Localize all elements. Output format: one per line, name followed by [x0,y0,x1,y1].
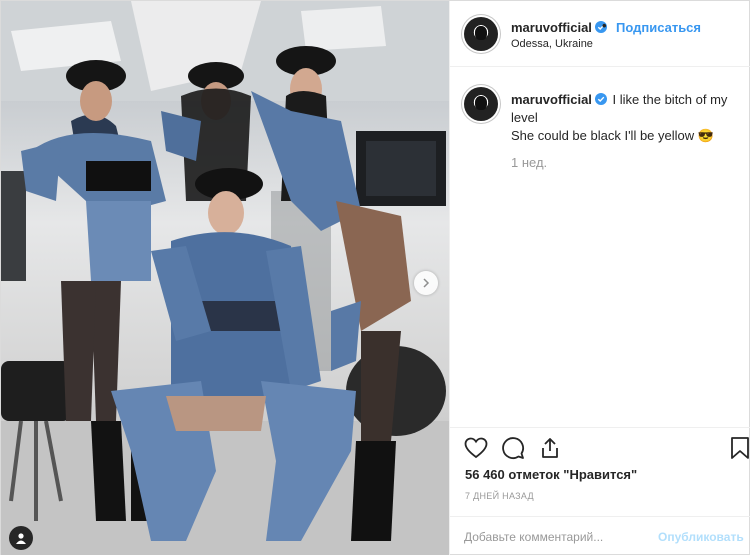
carousel-next-button[interactable] [414,271,438,295]
like-button[interactable] [462,434,490,462]
follow-button[interactable]: Подписаться [616,20,701,35]
heart-icon [464,437,488,459]
instagram-post: maruvofficial • Подписаться Odessa, Ukra… [0,0,750,555]
post-actions [450,427,750,467]
comment-button[interactable] [499,434,527,462]
post-side-panel: maruvofficial • Подписаться Odessa, Ukra… [449,1,750,555]
share-icon [542,438,558,458]
photo-illustration [1,1,449,555]
verified-badge-icon [594,93,607,105]
comment-input[interactable] [464,527,654,547]
add-comment-bar: Опубликовать [450,516,750,555]
bookmark-icon [731,437,749,459]
caption-time-ago[interactable]: 1 нед. [511,155,547,170]
caption-avatar[interactable] [464,87,498,121]
post-caption: maruvofficial I like the bitch of my lev… [511,91,739,145]
save-button[interactable] [726,434,750,462]
post-location[interactable]: Odessa, Ukraine [511,38,593,50]
publish-button[interactable]: Опубликовать [658,530,744,544]
author-username[interactable]: maruvofficial [511,20,607,35]
caption-username-text[interactable]: maruvofficial [511,92,592,107]
comments-area: maruvofficial I like the bitch of my lev… [450,67,750,427]
author-username-text[interactable]: maruvofficial [511,20,592,35]
user-tags-button[interactable] [9,526,33,550]
header-separator: • [602,18,607,33]
post-header: maruvofficial • Подписаться Odessa, Ukra… [450,1,750,67]
speech-bubble-icon [502,437,524,459]
likes-count[interactable]: 56 460 отметок "Нравится" [465,467,637,482]
avatar[interactable] [464,17,498,51]
share-button[interactable] [536,434,564,462]
caption-line-2: She could be black I'll be yellow 😎 [511,128,714,143]
post-photo[interactable] [1,1,449,555]
caption-username[interactable]: maruvofficial [511,92,607,107]
chevron-right-icon [423,278,430,288]
user-tag-icon [16,533,26,544]
post-date[interactable]: 7 ДНЕЙ НАЗАД [465,491,534,501]
